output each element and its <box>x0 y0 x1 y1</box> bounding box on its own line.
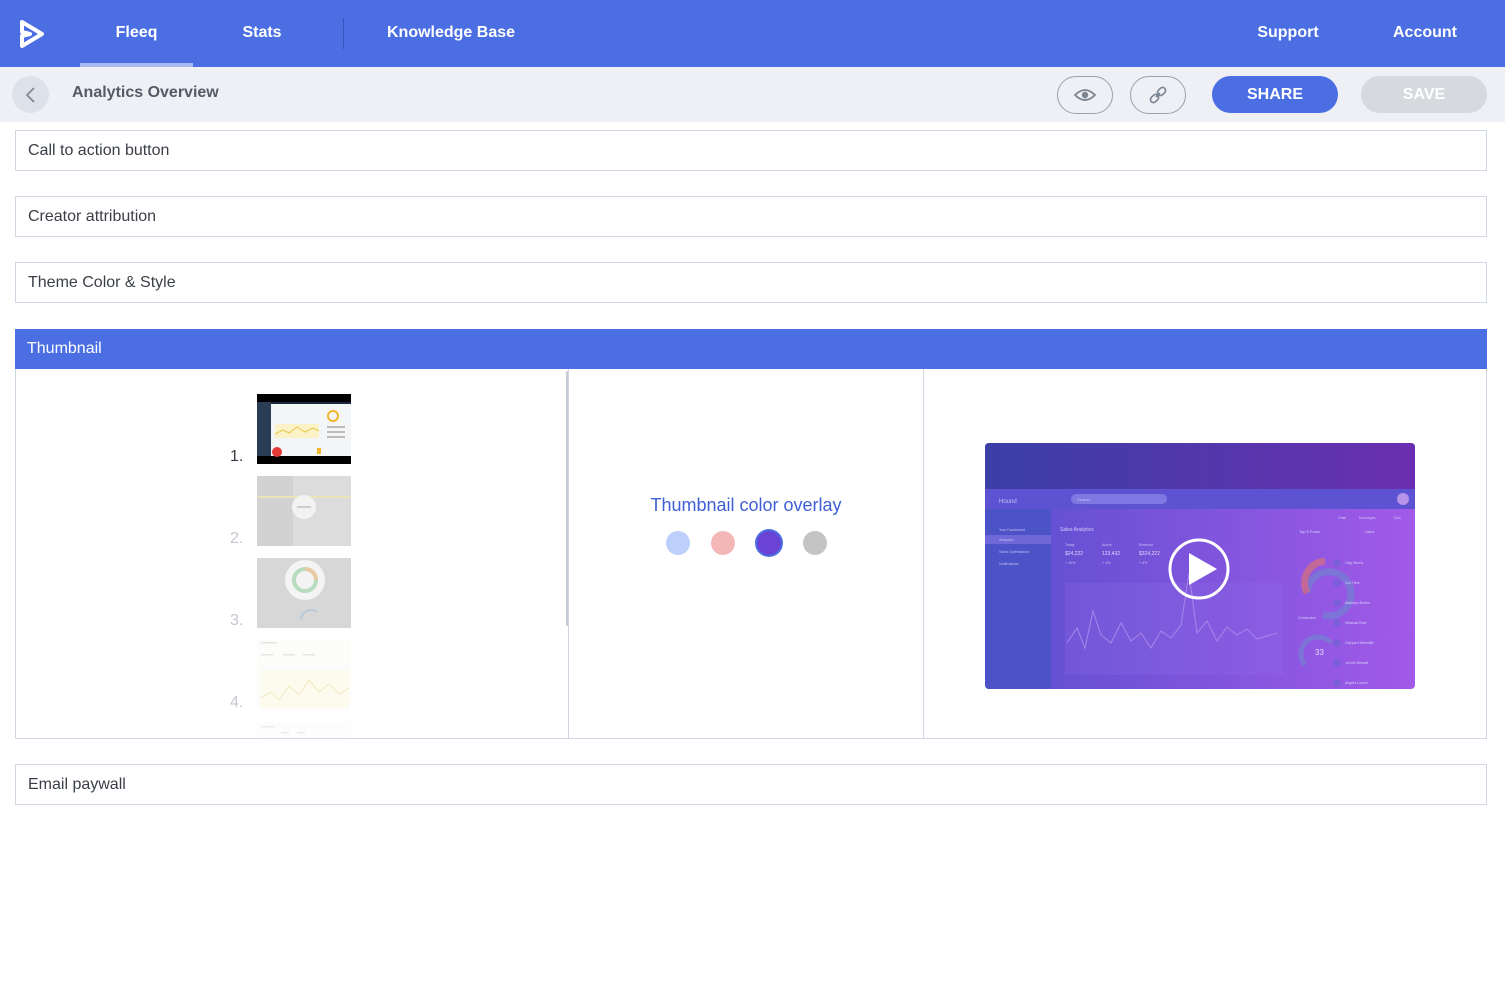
preview-sidebar-item: Your Dashboard <box>999 528 1025 532</box>
share-button[interactable]: SHARE <box>1212 76 1338 113</box>
preview-app-name: Hound <box>999 499 1017 505</box>
frame-thumbnail-image <box>257 394 351 464</box>
preview-contact-name: Clay Morris <box>1345 561 1363 565</box>
preview-button[interactable] <box>1057 76 1113 114</box>
preview-panel-tab: Todo <box>1393 516 1401 520</box>
frame-thumbnail-image <box>257 558 351 628</box>
overlay-color-swatch-purple-selected[interactable] <box>757 531 781 555</box>
eye-icon <box>1074 89 1096 101</box>
nav-tab-fleeq-label: Fleeq <box>115 24 158 41</box>
preview-section-title: Sales Analytics <box>1060 527 1094 533</box>
nav-account-link[interactable]: Account <box>1384 0 1466 67</box>
preview-panel-select: Users <box>1365 530 1375 534</box>
nav-divider <box>343 18 344 49</box>
column-divider <box>568 369 569 738</box>
section-theme-color-style[interactable]: Theme Color & Style <box>15 262 1487 303</box>
preview-stat-delta: + 4% <box>1102 561 1111 565</box>
preview-sidebar-item: Notifications <box>999 562 1019 566</box>
preview-sidebar-item: Analytics <box>999 538 1014 542</box>
section-creator-attribution[interactable]: Creator attribution <box>15 196 1487 237</box>
preview-stat-value: $324,222 <box>1139 551 1160 557</box>
preview-stat-delta: + 10% <box>1065 561 1076 565</box>
preview-contact-name: Jennie Metcalf <box>1345 661 1368 665</box>
preview-contact-name: Zoe Hine <box>1345 581 1360 585</box>
preview-gauge-value: 33 <box>1315 648 1324 657</box>
frame-thumbnail-image <box>257 722 351 738</box>
preview-panel-tab: Chat <box>1338 516 1346 520</box>
back-button[interactable] <box>12 76 49 113</box>
frame-number: 3. <box>230 612 244 629</box>
preview-panel-title: Top 5 Posts <box>1299 529 1320 534</box>
preview-stat-value: 123,432 <box>1102 551 1120 557</box>
overlay-color-swatch-pink[interactable] <box>711 531 735 555</box>
preview-sidebar-item: Sales Optimization <box>999 550 1029 554</box>
editor-toolbar: Analytics Overview SHARE SAVE <box>0 67 1505 122</box>
frame-number: 2. <box>230 530 244 547</box>
overlay-color-swatch-gray[interactable] <box>803 531 827 555</box>
frame-thumbnail-image <box>257 640 351 710</box>
thumbnail-frame-list[interactable]: 1. 2. 3. 4. <box>16 369 566 738</box>
section-thumbnail-header[interactable]: Thumbnail <box>15 329 1487 369</box>
preview-stat-delta: + 4% <box>1139 561 1148 565</box>
page-title: Analytics Overview <box>72 84 219 101</box>
overlay-title: Thumbnail color overlay <box>650 495 842 515</box>
frame-number: 1. <box>230 448 244 465</box>
nav-tab-knowledge-base[interactable]: Knowledge Base <box>380 0 522 67</box>
frame-thumbnail-image <box>257 476 351 546</box>
link-icon <box>1149 86 1167 104</box>
preview-contact-name: Claryard Meredith <box>1345 641 1374 645</box>
preview-stat-label: Active <box>1102 543 1112 547</box>
preview-search-placeholder: Search <box>1077 497 1090 502</box>
frame-number: 4. <box>230 694 244 711</box>
nav-support-link[interactable]: Support <box>1246 0 1330 67</box>
top-navigation: Fleeq Stats Knowledge Base Support Accou… <box>0 0 1505 67</box>
preview-panel-tab: Messages <box>1359 516 1376 520</box>
preview-stat-label: Today <box>1065 543 1075 547</box>
frame-item-1[interactable]: 1. <box>230 394 370 466</box>
nav-tab-stats[interactable]: Stats <box>222 0 302 67</box>
preview-stat-label: Revenue <box>1139 543 1153 547</box>
save-button[interactable]: SAVE <box>1361 76 1487 113</box>
section-email-paywall[interactable]: Email paywall <box>15 764 1487 805</box>
preview-conversion-label: Conversion <box>1298 616 1316 620</box>
section-call-to-action[interactable]: Call to action button <box>15 130 1487 171</box>
copy-link-button[interactable] <box>1130 76 1186 114</box>
overlay-color-swatch-blue[interactable] <box>666 531 690 555</box>
thumbnail-panel: 1. 2. 3. 4. Thumbnail color overlay Houn… <box>15 369 1487 739</box>
fleeq-logo-icon[interactable] <box>18 19 46 49</box>
frame-item-4[interactable]: 4. <box>230 640 370 712</box>
chevron-left-icon <box>25 86 35 103</box>
nav-tab-fleeq[interactable]: Fleeq <box>80 0 193 67</box>
column-divider <box>923 369 924 738</box>
frame-item-5[interactable] <box>230 722 370 738</box>
preview-contact-name: Miranda Reid <box>1345 621 1366 625</box>
preview-stat-value: $24,222 <box>1065 551 1083 557</box>
thumbnail-preview[interactable]: Hound Search Your Dashboard Analytics Sa… <box>985 443 1415 689</box>
frame-item-3[interactable]: 3. <box>230 558 370 630</box>
frame-item-2[interactable]: 2. <box>230 476 370 548</box>
preview-contact-name: Angela Lowell <box>1345 681 1368 685</box>
preview-contact-name: Madelyn Burton <box>1345 601 1370 605</box>
